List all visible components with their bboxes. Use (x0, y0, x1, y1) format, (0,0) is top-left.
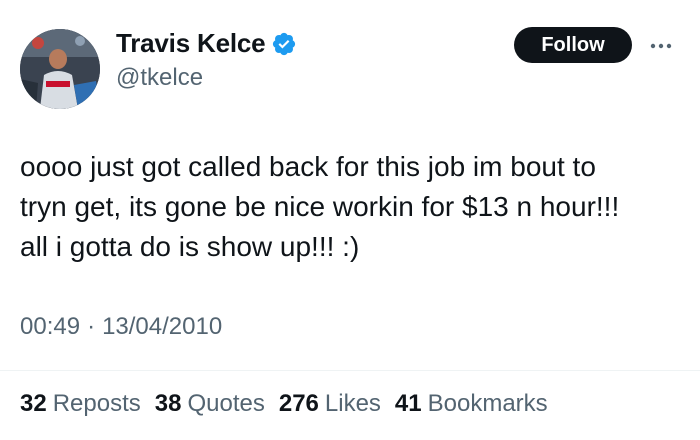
likes-label: Likes (324, 390, 381, 417)
tweet-time: 00:49 (20, 313, 81, 340)
likes-count: 276 (278, 390, 319, 417)
avatar[interactable] (20, 29, 100, 109)
verified-badge-icon (271, 31, 297, 57)
tweet-card: Travis Kelce @tkelce Follow oooo just go… (0, 0, 700, 440)
display-name[interactable]: Travis Kelce (116, 28, 266, 59)
tweet-text-line: all i gotta do is show up!!! :) (20, 231, 360, 262)
likes-stat[interactable]: 276 Likes (279, 390, 381, 418)
bookmarks-label: Bookmarks (427, 390, 548, 417)
avatar-photo (20, 29, 100, 109)
bookmarks-count: 41 (394, 390, 422, 417)
tweet-timestamp[interactable]: 00:49 · 13/04/2010 (20, 313, 222, 341)
reposts-label: Reposts (52, 390, 141, 417)
divider (0, 370, 700, 371)
meta-separator: · (87, 313, 96, 340)
follow-button[interactable]: Follow (514, 27, 632, 63)
tweet-text-line: oooo just got called back for this job i… (20, 151, 596, 182)
reposts-count: 32 (20, 390, 47, 417)
quotes-label: Quotes (187, 390, 265, 417)
quotes-count: 38 (154, 390, 182, 417)
tweet-text-line: tryn get, its gone be nice workin for $1… (20, 191, 620, 222)
reposts-stat[interactable]: 32 Reposts (20, 390, 141, 418)
user-handle[interactable]: @tkelce (116, 64, 203, 92)
engagement-stats: 32 Reposts 38 Quotes 276 Likes 41 Bookma… (20, 390, 562, 418)
quotes-stat[interactable]: 38 Quotes (155, 390, 265, 418)
author-name-row: Travis Kelce (116, 28, 297, 59)
bookmarks-stat[interactable]: 41 Bookmarks (395, 390, 548, 418)
tweet-text: oooo just got called back for this job i… (20, 147, 690, 267)
tweet-date: 13/04/2010 (102, 313, 223, 340)
more-icon[interactable] (644, 36, 678, 56)
